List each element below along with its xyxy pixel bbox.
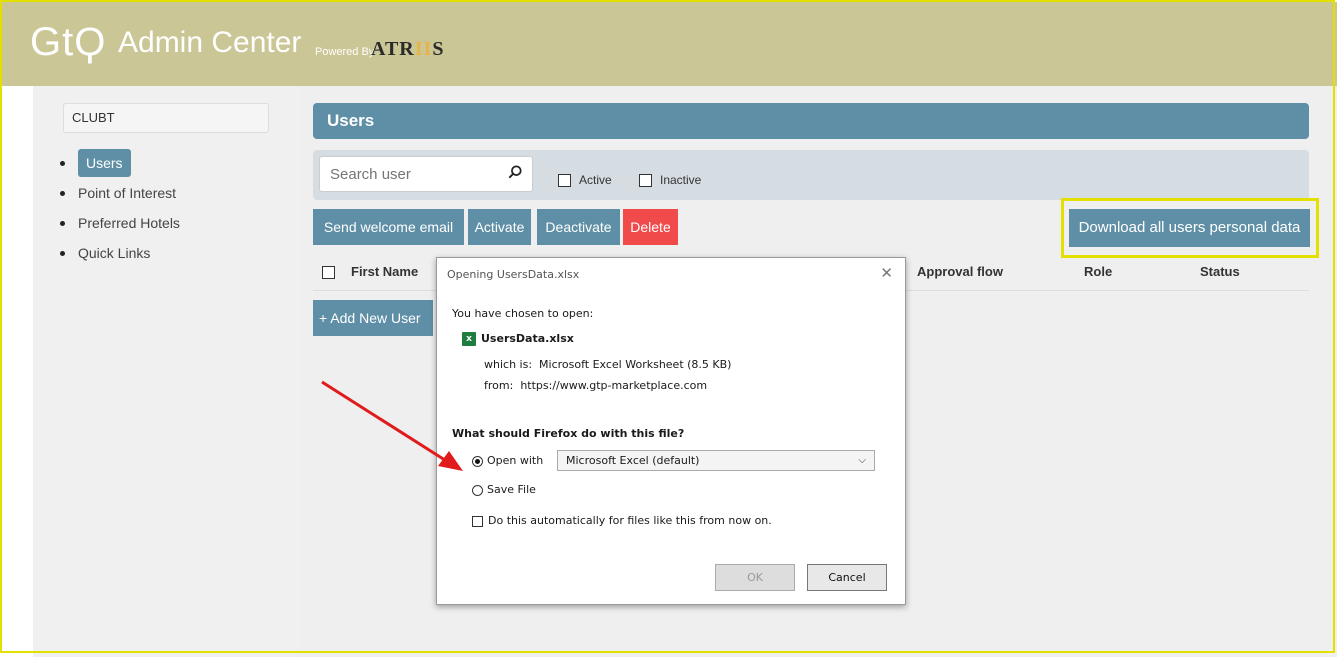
highlight-frame xyxy=(0,0,1335,653)
